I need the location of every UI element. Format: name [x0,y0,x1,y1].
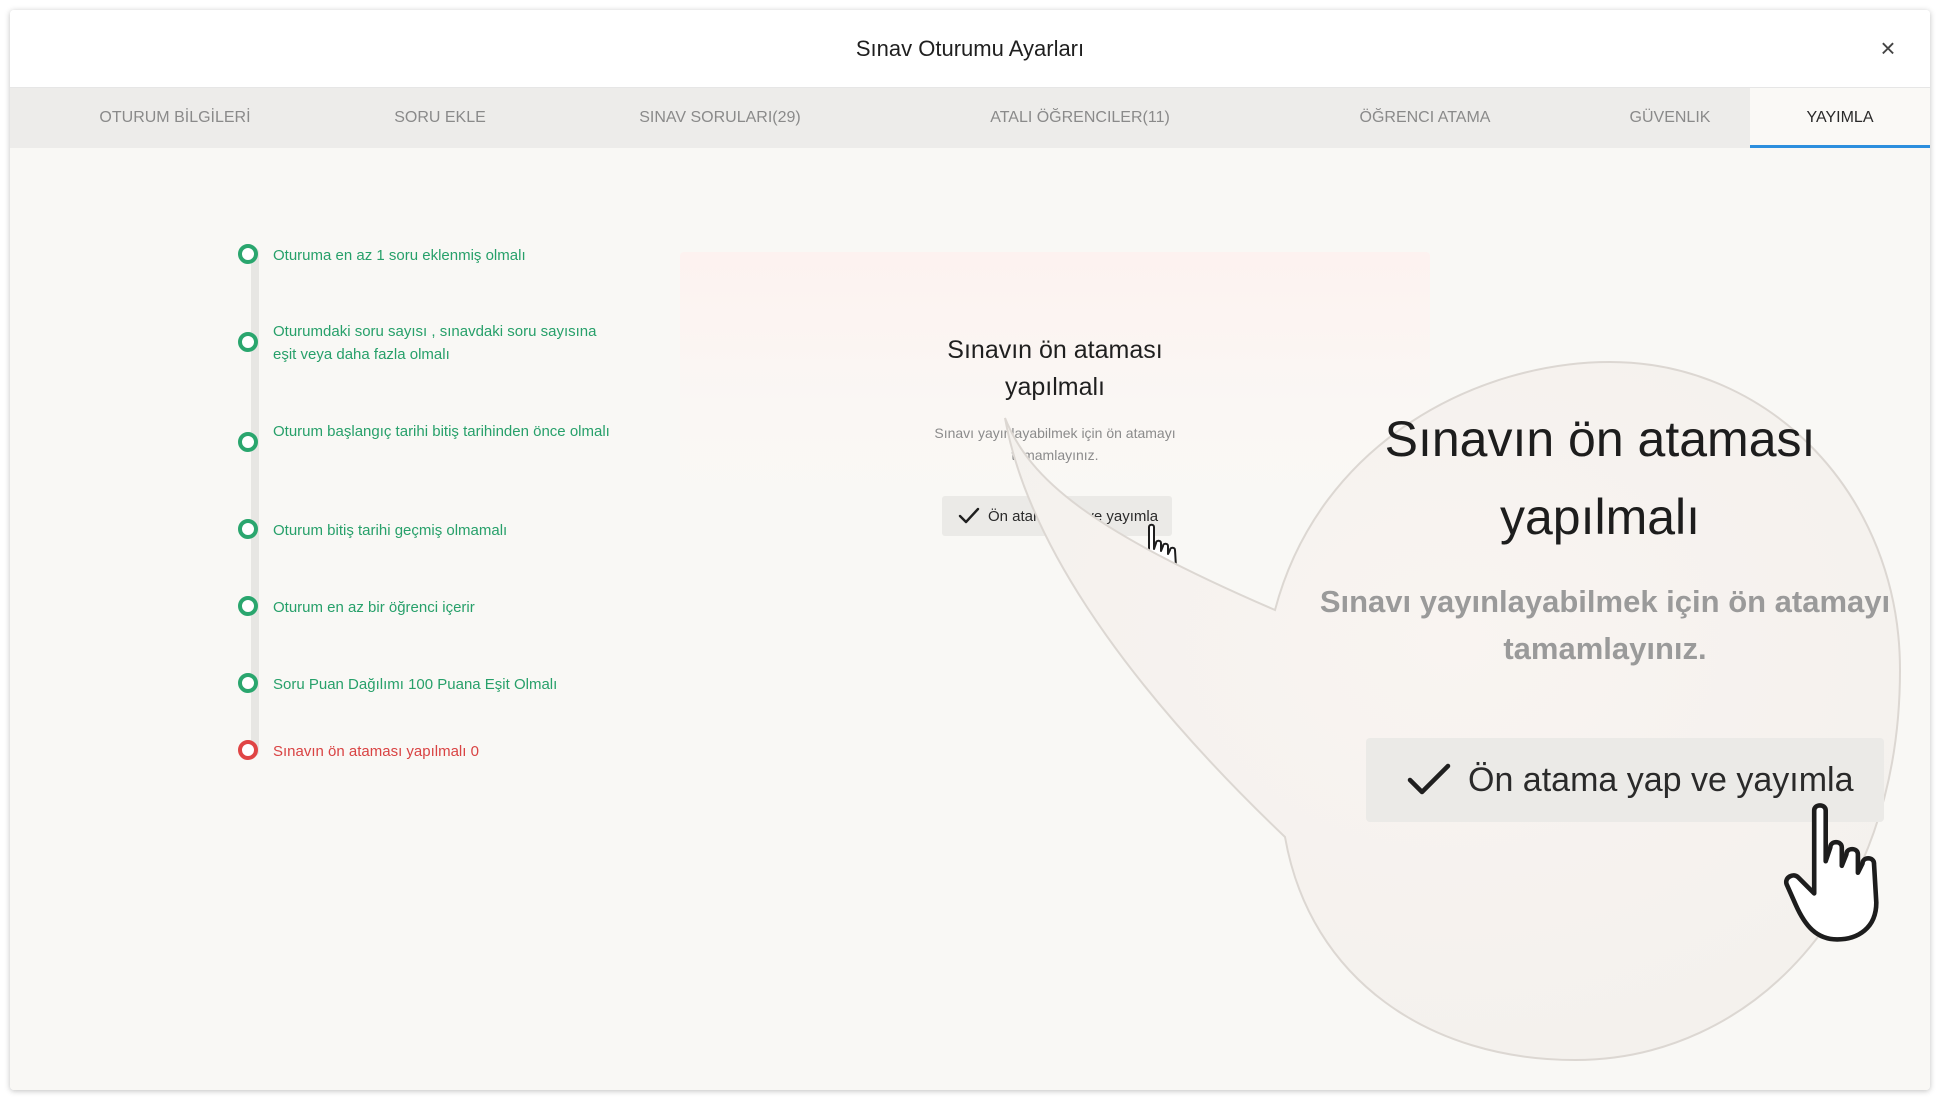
checklist-item-label: Sınavın ön ataması yapılmalı 0 [273,743,479,760]
zoom-description: Sınavı yayınlayabilmek için ön atamayı t… [1319,584,1891,666]
tab-student-assignment[interactable]: ÖĞRENCI ATAMA [1260,88,1590,148]
status-dot-icon [238,244,258,264]
status-dot-icon [238,740,258,760]
zoom-button-label: Ön atama yap ve yayımla [1468,760,1854,799]
panel-title: Sınavın ön ataması yapılmalı [947,336,1163,401]
tab-exam-questions[interactable]: SINAV SORULARI(29) [540,88,900,148]
checklist-item: Oturumdaki soru sayısı , sınavdaki soru … [238,320,613,366]
checklist-item: Oturum bitiş tarihi geçmiş olmamalı [238,519,613,542]
tab-security[interactable]: GÜVENLIK [1590,88,1750,148]
panel-description: Sınavı yayınlayabilmek için ön atamayı t… [934,425,1176,463]
status-dot-icon [238,673,258,693]
modal-title: Sınav Oturumu Ayarları [855,36,1085,61]
close-icon[interactable]: × [1872,32,1904,64]
checklist-item-label: Oturumdaki soru sayısı , sınavdaki soru … [273,323,597,363]
status-dot-icon [238,519,258,539]
status-dot-icon [238,332,258,352]
tab-publish[interactable]: YAYIMLA [1750,88,1930,148]
checklist-item-label: Oturum bitiş tarihi geçmiş olmamalı [273,522,508,539]
check-icon [958,507,980,524]
zoom-title: Sınavın ön ataması yapılmalı [1384,411,1816,545]
tab-bar: OTURUM BİLGİLERİ SORU EKLE SINAV SORULAR… [10,88,1930,148]
tab-assigned-students[interactable]: ATALI ÖĞRENCILER(11) [900,88,1260,148]
modal-header: Sınav Oturumu Ayarları × [10,10,1930,88]
checklist-item-label: Soru Puan Dağılımı 100 Puana Eşit Olmalı [273,676,558,693]
checklist-item: Soru Puan Dağılımı 100 Puana Eşit Olmalı [238,673,613,696]
button-label: Ön atama yap ve yayımla [988,507,1159,525]
checklist-item: Oturum başlangıç tarihi bitiş tarihinden… [238,420,613,452]
status-dot-icon [238,596,258,616]
checklist-item-failed: Sınavın ön ataması yapılmalı 0 [238,740,613,763]
checklist-item-label: Oturum başlangıç tarihi bitiş tarihinden… [273,423,610,440]
exam-session-settings-modal: Sınav Oturumu Ayarları × OTURUM BİLGİLER… [10,10,1930,1090]
checklist-item: Oturuma en az 1 soru eklenmiş olmalı [238,244,613,267]
tab-session-info[interactable]: OTURUM BİLGİLERİ [10,88,340,148]
hand-pointer-icon [1783,803,1879,942]
checklist-item: Oturum en az bir öğrenci içerir [238,596,613,619]
pre-assignment-panel: Sınavın ön ataması yapılmalı Sınavı yayı… [680,252,1430,512]
checklist-item-label: Oturuma en az 1 soru eklenmiş olmalı [273,247,526,264]
hand-pointer-icon [1135,523,1177,584]
status-dot-icon [238,432,258,452]
check-icon [1407,763,1451,795]
tab-add-question[interactable]: SORU EKLE [340,88,540,148]
checklist-item-label: Oturum en az bir öğrenci içerir [273,599,475,616]
